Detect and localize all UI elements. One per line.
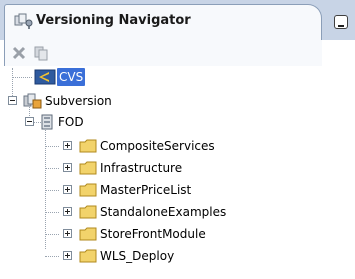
expand-toggle[interactable] bbox=[63, 229, 72, 238]
versioning-navigator-tab[interactable]: Versioning Navigator bbox=[4, 4, 322, 40]
tree-guide-line bbox=[45, 256, 59, 257]
tree-node-label: CVS bbox=[57, 68, 86, 86]
tree-guide-line bbox=[45, 168, 59, 169]
expand-toggle[interactable] bbox=[63, 163, 72, 172]
panel-tab-bar: Versioning Navigator bbox=[0, 0, 355, 40]
tree-node-label: StandaloneExamples bbox=[100, 205, 227, 219]
expand-toggle[interactable] bbox=[63, 141, 72, 150]
repository-connection-icon bbox=[40, 114, 54, 130]
tree-node-fod[interactable]: FOD bbox=[0, 113, 200, 131]
expand-toggle[interactable] bbox=[63, 185, 72, 194]
tree-node-label: MasterPriceList bbox=[100, 183, 192, 197]
tree-node-label: StoreFrontModule bbox=[100, 227, 206, 241]
folder-icon bbox=[79, 139, 97, 153]
tree-node-folder[interactable]: StandaloneExamples bbox=[0, 203, 260, 221]
tree-node-cvs[interactable]: CVS bbox=[0, 68, 200, 86]
delete-x-icon[interactable] bbox=[11, 45, 27, 61]
tree-guide-line bbox=[45, 190, 59, 191]
tree-node-label: FOD bbox=[58, 115, 84, 129]
tree-guide-line bbox=[45, 234, 59, 235]
folder-icon bbox=[79, 227, 97, 241]
collapse-toggle[interactable] bbox=[8, 96, 17, 105]
tree-node-label: Subversion bbox=[45, 94, 112, 108]
tree-node-label: CompositeServices bbox=[100, 139, 215, 153]
folder-icon bbox=[79, 205, 97, 219]
collapse-toggle[interactable] bbox=[25, 117, 34, 126]
panel-title: Versioning Navigator bbox=[36, 13, 191, 28]
refresh-icon[interactable] bbox=[33, 45, 49, 61]
tree-node-label: WLS_Deploy bbox=[100, 249, 175, 263]
navigator-toolbar bbox=[4, 40, 322, 66]
expand-toggle[interactable] bbox=[63, 251, 72, 260]
tree-node-label: Infrastructure bbox=[100, 161, 183, 175]
subversion-repository-icon bbox=[23, 93, 43, 109]
tree-guide-line bbox=[45, 212, 59, 213]
folder-icon bbox=[79, 183, 97, 197]
folder-icon bbox=[79, 249, 97, 263]
tree-node-subversion[interactable]: Subversion bbox=[0, 92, 200, 110]
tree-node-folder[interactable]: Infrastructure bbox=[0, 159, 260, 177]
versioning-tree: CVS Subversion FOD CompositeServices Inf… bbox=[0, 66, 355, 279]
tree-node-folder[interactable]: WLS_Deploy bbox=[0, 247, 260, 265]
expand-toggle[interactable] bbox=[63, 207, 72, 216]
minimize-icon[interactable] bbox=[334, 15, 348, 29]
versioning-navigator-icon bbox=[14, 12, 34, 30]
tree-node-folder[interactable]: CompositeServices bbox=[0, 137, 260, 155]
cvs-icon bbox=[34, 69, 56, 85]
tree-guide-line bbox=[45, 146, 59, 147]
tree-node-folder[interactable]: StoreFrontModule bbox=[0, 225, 260, 243]
folder-icon bbox=[79, 161, 97, 175]
tree-node-folder[interactable]: MasterPriceList bbox=[0, 181, 260, 199]
